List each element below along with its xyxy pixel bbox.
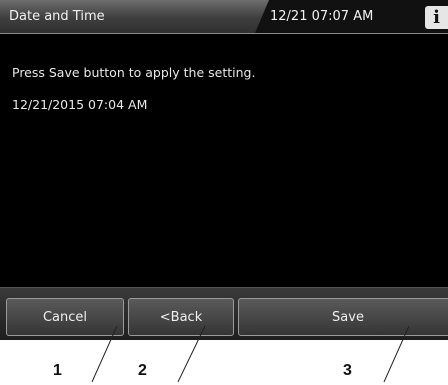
- info-button[interactable]: i: [425, 6, 448, 29]
- callout-number-3: 3: [343, 362, 352, 379]
- touch-screen: Date and Time 12/21 07:07 AM i Press Sav…: [0, 0, 448, 340]
- save-button[interactable]: Save: [238, 298, 448, 336]
- screen-title: Date and Time: [9, 9, 105, 24]
- callout-number-2: 2: [138, 362, 147, 379]
- callout-number-1: 1: [53, 362, 62, 379]
- instruction-text: Press Save button to apply the setting.: [12, 65, 256, 80]
- info-icon: i: [433, 7, 440, 28]
- current-time: 12/21 07:07 AM: [270, 9, 374, 24]
- back-button[interactable]: <Back: [128, 298, 234, 336]
- cancel-button[interactable]: Cancel: [6, 298, 124, 336]
- datetime-value: 12/21/2015 07:04 AM: [12, 97, 148, 112]
